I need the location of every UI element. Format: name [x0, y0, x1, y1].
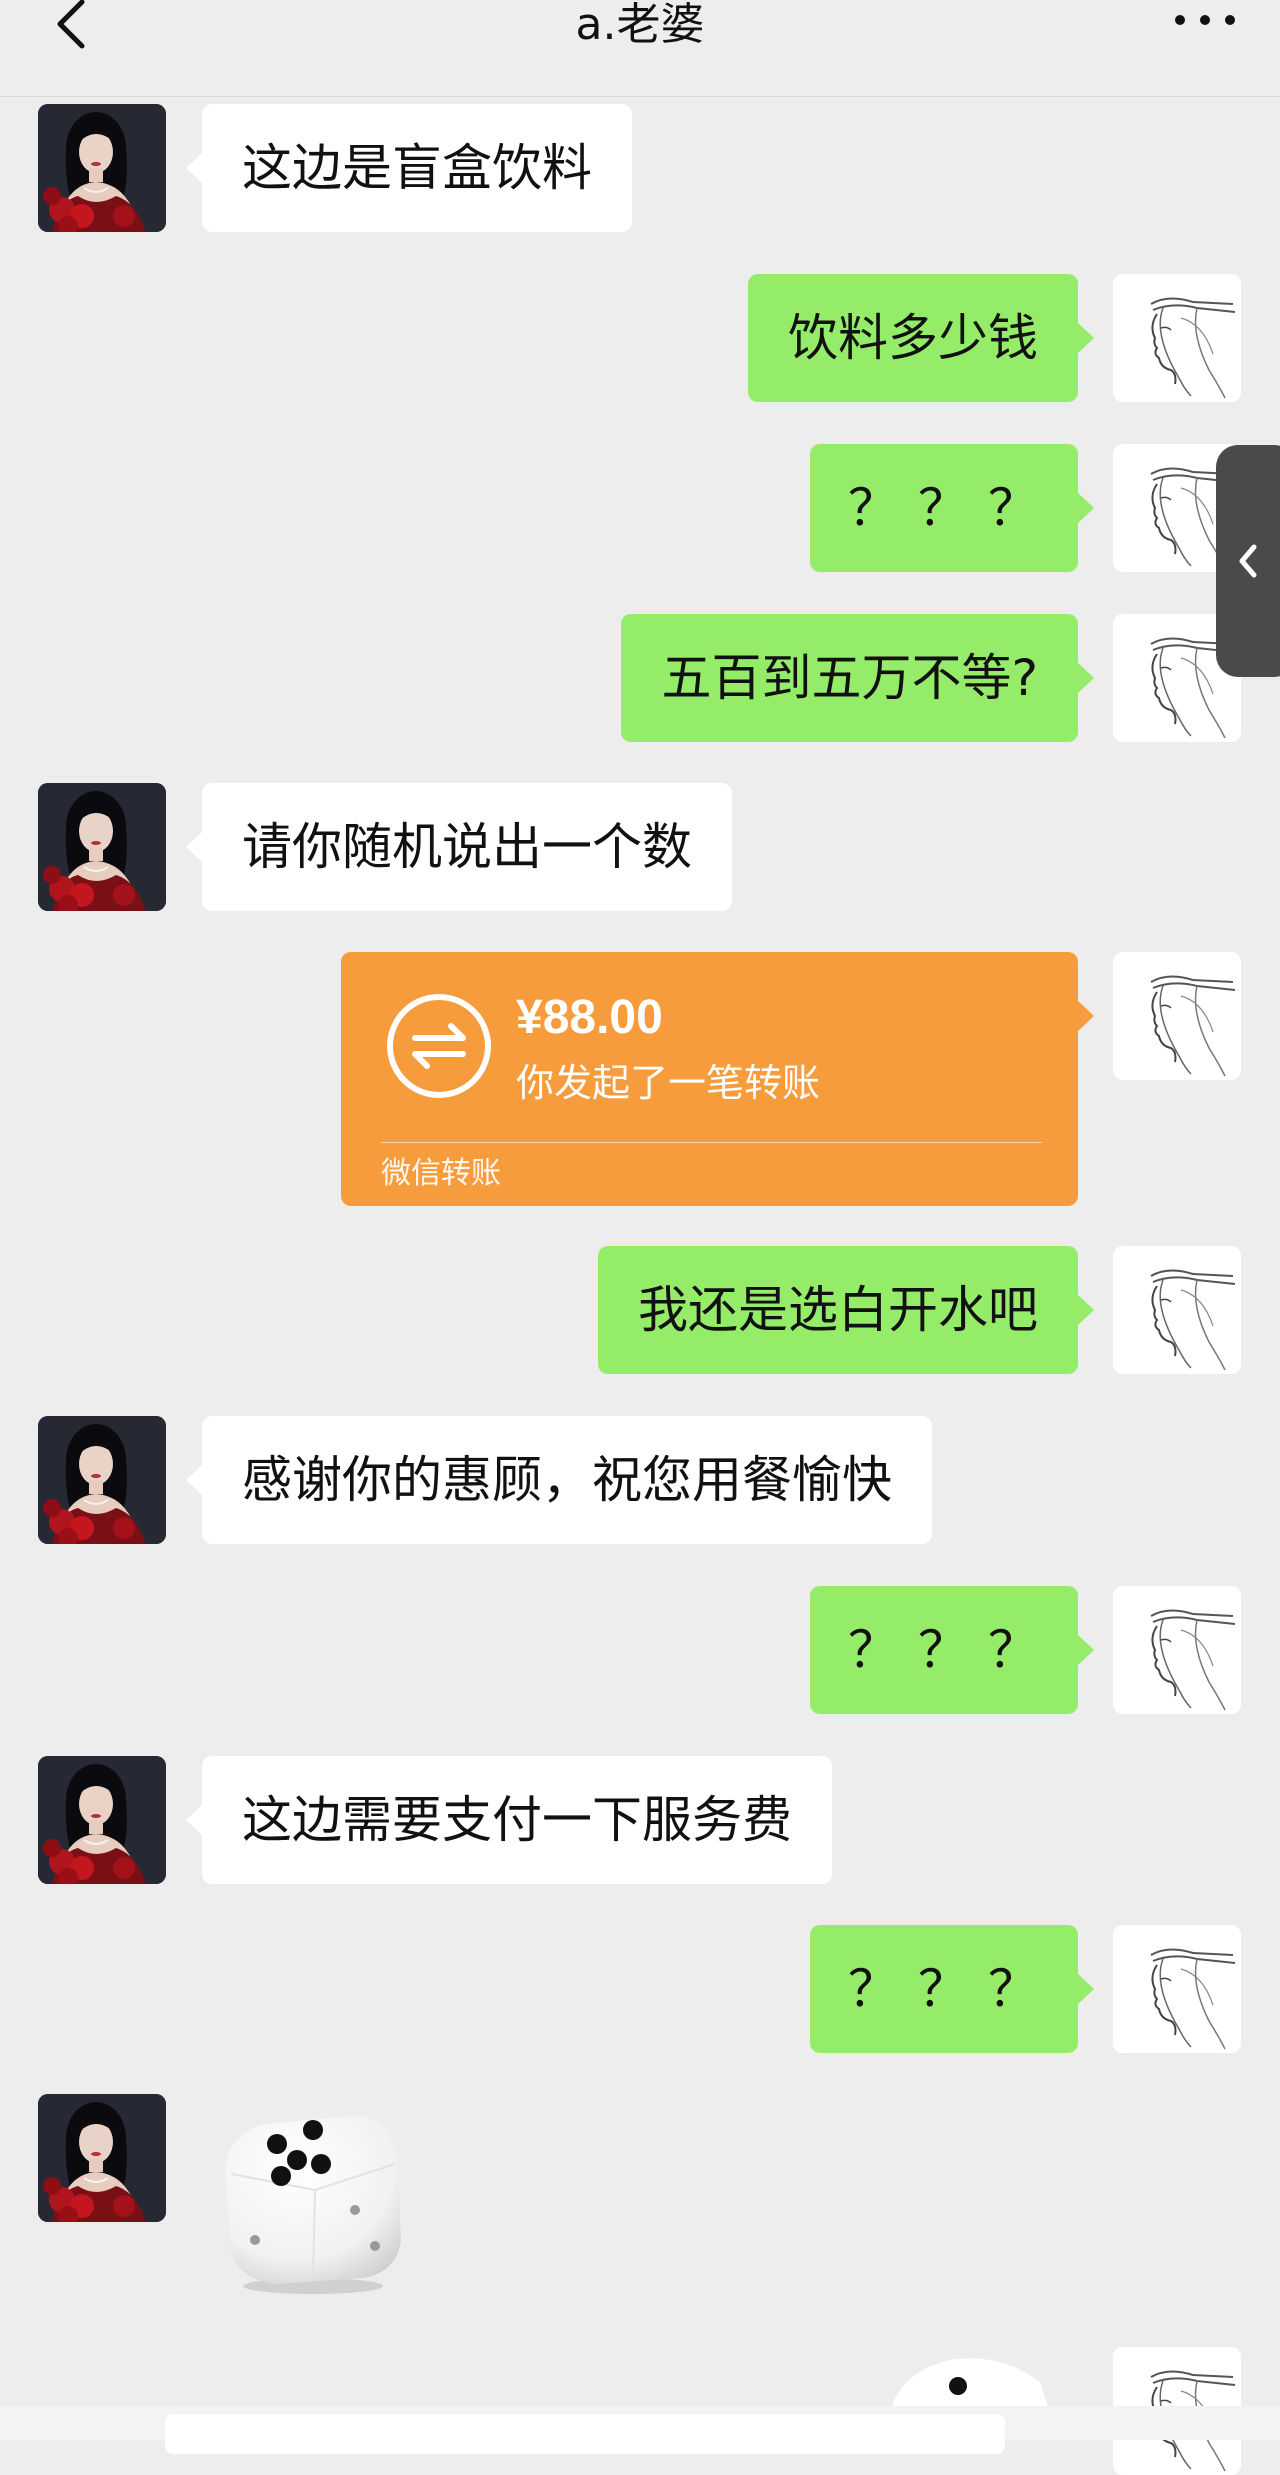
input-bar — [0, 2406, 1280, 2454]
self-avatar[interactable] — [1113, 274, 1241, 402]
transfer-description: 你发起了一笔转账 — [516, 1061, 821, 1105]
message-bubble[interactable]: 请你随机说出一个数 — [186, 783, 732, 911]
contact-avatar[interactable] — [38, 2094, 166, 2222]
contact-avatar[interactable] — [38, 1756, 166, 1884]
message-bubble[interactable]: 感谢你的惠顾，祝您用餐愉快 — [186, 1416, 932, 1544]
self-avatar[interactable] — [1113, 1925, 1241, 2053]
dice-icon[interactable] — [205, 2090, 415, 2300]
contact-avatar[interactable] — [38, 1416, 166, 1544]
chat-title: a.老婆 — [575, 0, 705, 50]
message-bubble[interactable]: 我还是选白开水吧 — [598, 1246, 1094, 1374]
more-dots-icon — [1175, 15, 1235, 25]
side-float-tab[interactable] — [1216, 445, 1280, 677]
message-bubble[interactable]: 五百到五万不等? — [621, 614, 1094, 742]
divider — [381, 1142, 1042, 1143]
message-input[interactable] — [165, 2414, 1005, 2454]
message-bubble[interactable]: ？？？ — [810, 444, 1094, 572]
dice-icon[interactable] — [880, 2352, 1060, 2412]
transfer-footer: 微信转账 — [381, 1156, 501, 1191]
chevron-left-icon — [1239, 544, 1257, 578]
message-bubble[interactable]: ？？？ — [810, 1586, 1094, 1714]
message-bubble[interactable]: 这边需要支付一下服务费 — [186, 1756, 832, 1884]
transfer-icon — [387, 994, 491, 1098]
chat-header: a.老婆 — [0, 0, 1280, 97]
self-avatar[interactable] — [1113, 952, 1241, 1080]
more-button[interactable] — [1170, 0, 1240, 40]
message-bubble[interactable]: 这边是盲盒饮料 — [186, 104, 632, 232]
self-avatar[interactable] — [1113, 1246, 1241, 1374]
contact-avatar[interactable] — [38, 104, 166, 232]
transfer-amount: ¥88.00 — [516, 991, 663, 1044]
contact-avatar[interactable] — [38, 783, 166, 911]
self-avatar[interactable] — [1113, 1586, 1241, 1714]
transfer-card[interactable]: ¥88.00 你发起了一笔转账 微信转账 — [341, 952, 1094, 1206]
message-bubble[interactable]: ？？？ — [810, 1925, 1094, 2053]
message-bubble[interactable]: 饮料多少钱 — [748, 274, 1094, 402]
